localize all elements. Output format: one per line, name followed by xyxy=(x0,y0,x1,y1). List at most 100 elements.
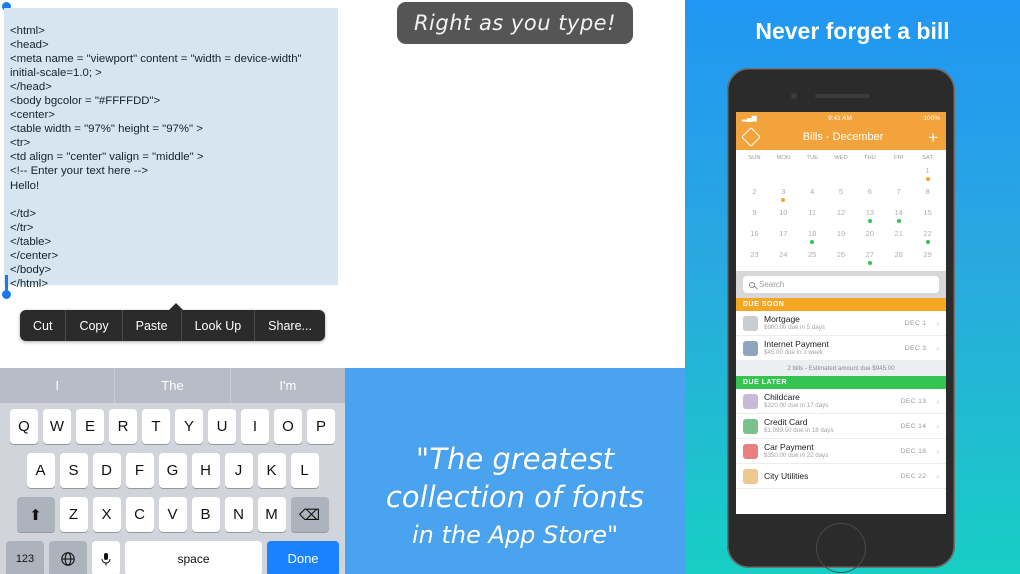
tag-icon[interactable] xyxy=(741,127,761,147)
calendar-day[interactable]: 29 xyxy=(913,248,942,269)
calendar-day[interactable]: 13 xyxy=(855,206,884,227)
key-L[interactable]: L xyxy=(290,453,319,488)
calendar-day[interactable]: 1 xyxy=(913,164,942,185)
key-B[interactable]: B xyxy=(191,497,220,532)
key-I[interactable]: I xyxy=(241,409,269,444)
menu-item-cut[interactable]: Cut xyxy=(20,310,67,341)
calendar-day[interactable]: 3 xyxy=(769,185,798,206)
calendar-day[interactable]: 14 xyxy=(884,206,913,227)
selection-handle-end[interactable] xyxy=(2,275,11,299)
suggestion-2[interactable]: I'm xyxy=(231,368,345,403)
calendar-day[interactable]: 8 xyxy=(913,185,942,206)
calendar-day[interactable]: 20 xyxy=(855,227,884,248)
calendar-day[interactable]: 26 xyxy=(827,248,856,269)
calendar-day[interactable]: 10 xyxy=(769,206,798,227)
key-G[interactable]: G xyxy=(158,453,187,488)
calendar-day[interactable]: 21 xyxy=(884,227,913,248)
key-backspace[interactable]: ⌫ xyxy=(290,497,329,532)
key-Y[interactable]: Y xyxy=(175,409,203,444)
bill-subtitle: $320.00 due in 17 days xyxy=(764,402,829,409)
key-F[interactable]: F xyxy=(125,453,154,488)
calendar-day xyxy=(769,164,798,185)
calendar-day[interactable]: 15 xyxy=(913,206,942,227)
key-done[interactable]: Done xyxy=(267,541,339,574)
bill-icon xyxy=(743,340,758,356)
calendar-day-number: 23 xyxy=(750,250,759,259)
key-Z[interactable]: Z xyxy=(59,497,88,532)
key-T[interactable]: T xyxy=(142,409,170,444)
key-U[interactable]: U xyxy=(208,409,236,444)
bill-row[interactable]: Credit Card $1,099.50 due in 18 days DEC 1… xyxy=(736,414,946,439)
key-numbers[interactable]: 123 xyxy=(6,541,44,574)
key-W[interactable]: W xyxy=(43,409,71,444)
bill-row[interactable]: Mortgage $900.00 due in 5 days DEC 1 › xyxy=(736,311,946,336)
calendar-day[interactable]: 23 xyxy=(740,248,769,269)
calendar-day[interactable]: 18 xyxy=(798,227,827,248)
calendar-day[interactable]: 24 xyxy=(769,248,798,269)
menu-item-copy[interactable]: Copy xyxy=(66,310,123,341)
suggestion-1[interactable]: The xyxy=(115,368,231,403)
calendar-day[interactable]: 19 xyxy=(827,227,856,248)
calendar-day-number: 14 xyxy=(894,208,903,217)
home-button[interactable] xyxy=(816,523,866,573)
key-Q[interactable]: Q xyxy=(10,409,38,444)
key-D[interactable]: D xyxy=(92,453,121,488)
key-X[interactable]: X xyxy=(92,497,121,532)
keyboard-row-2: ASDFGHJKL xyxy=(2,453,343,488)
key-P[interactable]: P xyxy=(307,409,335,444)
bill-row[interactable]: Childcare $320.00 due in 17 days DEC 13 › xyxy=(736,389,946,414)
calendar-day[interactable]: 5 xyxy=(827,185,856,206)
key-R[interactable]: R xyxy=(109,409,137,444)
key-V[interactable]: V xyxy=(158,497,187,532)
key-E[interactable]: E xyxy=(76,409,104,444)
calendar-day[interactable]: 6 xyxy=(855,185,884,206)
suggestion-0[interactable]: I xyxy=(0,368,116,403)
key-shift[interactable]: ⬆ xyxy=(16,497,55,532)
mic-icon[interactable] xyxy=(92,541,120,574)
calendar-day[interactable]: 16 xyxy=(740,227,769,248)
weekday-mon: MON xyxy=(776,155,791,161)
key-O[interactable]: O xyxy=(274,409,302,444)
calendar-day-dot xyxy=(896,219,901,223)
bill-icon xyxy=(743,468,758,484)
bill-row[interactable]: Car Payment $350.00 due in 22 days DEC 18 › xyxy=(736,439,946,464)
globe-icon[interactable] xyxy=(49,541,87,574)
calendar-day[interactable]: 2 xyxy=(740,185,769,206)
key-H[interactable]: H xyxy=(191,453,220,488)
calendar-day[interactable]: 27 xyxy=(855,248,884,269)
calendar-day[interactable]: 7 xyxy=(884,185,913,206)
calendar-day-number: 2 xyxy=(752,187,757,196)
key-A[interactable]: A xyxy=(26,453,55,488)
bill-row[interactable]: City Utilities DEC 22 › xyxy=(736,464,946,489)
calendar-day[interactable]: 11 xyxy=(798,206,827,227)
key-S[interactable]: S xyxy=(59,453,88,488)
key-C[interactable]: C xyxy=(125,497,154,532)
calendar-day[interactable]: 17 xyxy=(769,227,798,248)
key-J[interactable]: J xyxy=(224,453,253,488)
calendar-day[interactable]: 12 xyxy=(827,206,856,227)
calendar-day-dot xyxy=(925,177,930,181)
menu-item-share[interactable]: Share... xyxy=(255,310,325,341)
chevron-right-icon: › xyxy=(936,343,939,353)
calendar-day[interactable]: 25 xyxy=(798,248,827,269)
key-space[interactable]: space xyxy=(125,541,262,574)
search-input[interactable]: Search xyxy=(743,276,939,293)
calendar-day xyxy=(740,164,769,185)
status-signal: ▂▄▆ xyxy=(742,115,757,122)
menu-item-look-up[interactable]: Look Up xyxy=(182,310,256,341)
calendar-day[interactable]: 28 xyxy=(884,248,913,269)
key-K[interactable]: K xyxy=(257,453,286,488)
calendar-day-number: 4 xyxy=(810,187,815,196)
add-bill-button[interactable]: + xyxy=(928,129,938,146)
calendar-day-number: 24 xyxy=(779,250,788,259)
code-text-area[interactable]: <html> <head> <meta name = "viewport" co… xyxy=(4,8,338,290)
calendar-day[interactable]: 22 xyxy=(913,227,942,248)
calendar-day[interactable]: 9 xyxy=(740,206,769,227)
key-M[interactable]: M xyxy=(257,497,286,532)
calendar-day[interactable]: 4 xyxy=(798,185,827,206)
menu-item-paste[interactable]: Paste xyxy=(123,310,182,341)
bill-row[interactable]: Internet Payment $45.00 due in 1 week DEC … xyxy=(736,336,946,361)
bill-icon xyxy=(743,315,758,331)
chevron-right-icon: › xyxy=(936,471,939,481)
key-N[interactable]: N xyxy=(224,497,253,532)
